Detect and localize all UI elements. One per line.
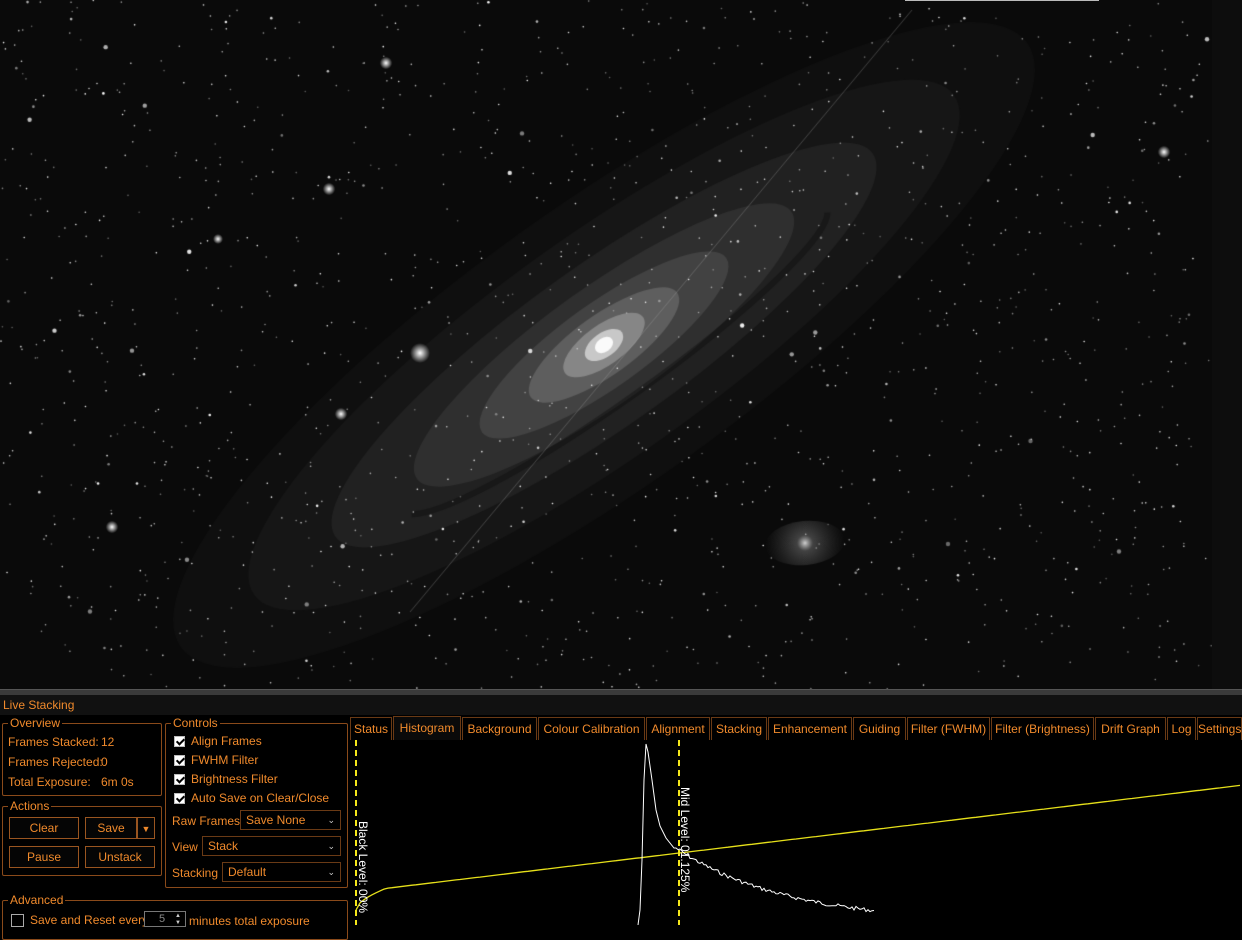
tab-filter-brightness[interactable]: Filter (Brightness) xyxy=(991,717,1094,740)
stacking-select[interactable]: Default ⌄ xyxy=(222,862,341,882)
total-exposure-label: Total Exposure: xyxy=(8,775,91,789)
align-frames-option[interactable]: Align Frames xyxy=(174,733,262,749)
brightness-filter-option[interactable]: Brightness Filter xyxy=(174,771,278,787)
auto-save-option[interactable]: Auto Save on Clear/Close xyxy=(174,790,329,806)
fwhm-filter-checkbox[interactable] xyxy=(174,754,185,766)
tab-filter-fwhm[interactable]: Filter (FWHM) xyxy=(907,717,990,740)
chevron-up-icon[interactable]: ▲ xyxy=(172,913,184,919)
stacking-label: Stacking xyxy=(172,866,219,880)
save-reset-suffix: minutes total exposure xyxy=(189,914,310,928)
histogram-curve xyxy=(637,743,875,925)
black-level-label: Black Level: 00% xyxy=(356,821,370,914)
pause-button[interactable]: Pause xyxy=(9,846,79,868)
save-reset-value: 5 xyxy=(159,913,166,925)
fwhm-filter-option[interactable]: FWHM Filter xyxy=(174,752,258,768)
chevron-down-icon: ⌄ xyxy=(327,815,335,825)
frames-rejected-label: Frames Rejected: xyxy=(8,755,103,769)
tab-stacking[interactable]: Stacking xyxy=(711,717,767,740)
tab-colour-calibration[interactable]: Colour Calibration xyxy=(538,717,645,740)
view-label: View xyxy=(172,840,198,854)
brightness-filter-label: Brightness Filter xyxy=(191,772,278,786)
total-exposure-value: 6m 0s xyxy=(101,775,134,789)
tab-status[interactable]: Status xyxy=(350,717,392,740)
raw-frames-label: Raw Frames xyxy=(172,814,241,828)
auto-save-checkbox[interactable] xyxy=(174,792,185,804)
actions-title: Actions xyxy=(8,799,52,813)
brightness-filter-checkbox[interactable] xyxy=(174,773,185,785)
panel-title: Live Stacking xyxy=(0,695,1242,715)
tab-log[interactable]: Log xyxy=(1167,717,1196,740)
stacking-value: Default xyxy=(228,865,267,879)
frames-rejected-value: 0 xyxy=(101,755,108,769)
tab-background[interactable]: Background xyxy=(462,717,537,740)
chevron-down-icon: ▼ xyxy=(141,824,151,834)
stacked-image-viewer[interactable] xyxy=(0,0,1212,689)
stretch-curve xyxy=(355,784,1241,911)
tab-bar: Status Histogram Background Colour Calib… xyxy=(350,716,1242,740)
image-viewer-edge xyxy=(1212,0,1242,689)
fwhm-filter-label: FWHM Filter xyxy=(191,753,259,767)
frames-stacked-value: 12 xyxy=(101,735,115,749)
clear-button[interactable]: Clear xyxy=(9,817,79,839)
raw-frames-select[interactable]: Save None ⌄ xyxy=(240,810,341,830)
raw-frames-value: Save None xyxy=(246,813,306,827)
chevron-down-icon[interactable]: ▼ xyxy=(172,920,184,926)
tab-settings[interactable]: Settings xyxy=(1197,717,1242,740)
align-frames-label: Align Frames xyxy=(191,734,262,748)
chevron-down-icon: ⌄ xyxy=(327,867,335,877)
mid-level-label: Mid Level: 01.125% xyxy=(678,787,692,893)
save-button[interactable]: Save xyxy=(85,817,137,839)
tab-alignment[interactable]: Alignment xyxy=(646,717,710,740)
align-frames-checkbox[interactable] xyxy=(174,735,185,747)
unstack-button[interactable]: Unstack xyxy=(85,846,155,868)
view-value: Stack xyxy=(208,839,239,853)
auto-save-label: Auto Save on Clear/Close xyxy=(191,791,330,805)
tab-histogram[interactable]: Histogram xyxy=(393,716,461,740)
tab-drift-graph[interactable]: Drift Graph xyxy=(1095,717,1166,740)
chevron-down-icon: ⌄ xyxy=(327,841,335,851)
frames-stacked-label: Frames Stacked: xyxy=(8,735,99,749)
tab-guiding[interactable]: Guiding xyxy=(853,717,906,740)
histogram-plot[interactable] xyxy=(350,740,1242,925)
tab-enhancement[interactable]: Enhancement xyxy=(768,717,852,740)
overview-title: Overview xyxy=(8,716,63,730)
save-dropdown-button[interactable]: ▼ xyxy=(137,817,155,839)
advanced-title: Advanced xyxy=(8,893,66,907)
controls-title: Controls xyxy=(171,716,220,730)
viewer-scroll-indicator xyxy=(905,0,1099,1)
view-select[interactable]: Stack ⌄ xyxy=(202,836,341,856)
save-reset-option[interactable]: Save and Reset every xyxy=(11,912,148,928)
